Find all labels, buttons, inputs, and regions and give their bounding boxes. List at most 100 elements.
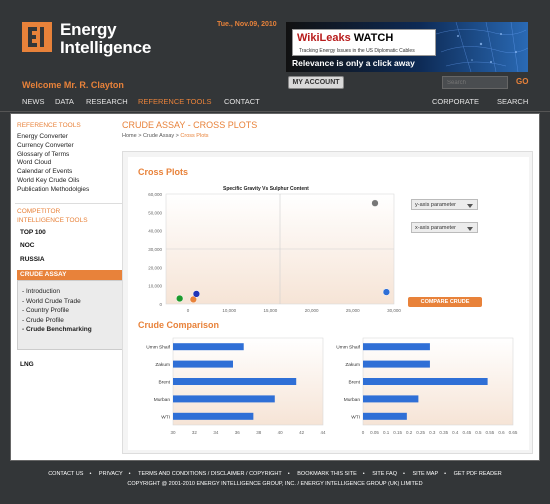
banner-title-wikileaks: WikiLeaks — [297, 32, 351, 44]
sidebar-item-noc[interactable]: NOC — [20, 242, 34, 249]
x-tick-label: 0.3 — [429, 430, 436, 435]
sidebar-item-key-crude-oils[interactable]: World Key Crude Oils — [17, 177, 89, 186]
sidebar-divider — [15, 203, 128, 204]
sidebar-item-world-crude-trade[interactable]: - World Crude Trade — [22, 297, 92, 307]
main-panel: REFERENCE TOOLS Energy Converter Currenc… — [10, 113, 540, 461]
nav-contact[interactable]: CONTACT — [224, 97, 260, 106]
bar-category-label: Umm Shaif — [146, 345, 170, 351]
footer-separator: • — [287, 471, 290, 477]
sidebar-item-introduction[interactable]: - Introduction — [22, 287, 92, 297]
comparison-bar — [363, 360, 430, 368]
comparison-bar — [173, 378, 297, 385]
breadcrumb-home[interactable]: Home — [122, 133, 137, 139]
footer-separator: • — [402, 471, 405, 477]
my-account-button[interactable]: MY ACCOUNT — [288, 76, 344, 89]
x-tick-label: 0.25 — [416, 430, 425, 435]
sidebar-item-top100[interactable]: TOP 100 — [20, 229, 46, 236]
main-nav: NEWS DATA RESEARCH REFERENCE TOOLS CONTA… — [0, 92, 550, 112]
footer-links: CONTACT US • PRIVACY • TERMS AND CONDITION… — [0, 471, 550, 477]
x-tick-label: 0.35 — [439, 430, 448, 435]
comparison-bar — [363, 412, 407, 420]
brand-name-line1: Energy — [60, 20, 117, 39]
crude-comparison-charts: Umm Shaif Zakum Brent Murban WTI 30 32 34 36 38 40… — [146, 337, 518, 435]
footer-separator: • — [128, 471, 131, 477]
sidebar-item-calendar[interactable]: Calendar of Events — [17, 168, 89, 177]
x-tick-label: 34 — [213, 430, 219, 435]
content-box: Cross Plots 0 10,000 20,000 30,000 40,000 50,… — [122, 151, 533, 454]
sidebar-reference-heading: REFERENCE TOOLS — [17, 122, 81, 129]
comparison-bar — [173, 360, 233, 368]
x-tick-label: 0.15 — [393, 430, 402, 435]
footer-privacy[interactable]: PRIVACY — [99, 471, 123, 477]
wikileaks-watch-banner[interactable]: WikiLeaks WATCH Tracking Energy Issues i… — [286, 22, 528, 72]
sidebar: REFERENCE TOOLS Energy Converter Currenc… — [15, 118, 134, 458]
sidebar-crude-assay-heading[interactable]: CRUDE ASSAY — [17, 270, 134, 280]
footer-copyright: COPYRIGHT @ 2001-2010 ENERGY INTELLIGENC… — [127, 481, 423, 487]
footer-contact-us[interactable]: CONTACT US — [48, 471, 83, 477]
x-tick-label: 0.6 — [498, 430, 505, 435]
x-tick-label: 38 — [256, 430, 262, 435]
nav-news[interactable]: NEWS — [22, 97, 45, 106]
sidebar-item-crude-benchmarking[interactable]: - Crude Benchmarking — [22, 325, 92, 335]
footer-separator: • — [444, 471, 447, 477]
x-tick-label: 30 — [170, 430, 176, 435]
comparison-bar — [173, 343, 244, 351]
sidebar-item-lng[interactable]: LNG — [20, 361, 34, 368]
x-tick-label: 0.4 — [452, 430, 459, 435]
nav-search[interactable]: SEARCH — [497, 97, 528, 106]
banner-title-box: WikiLeaks WATCH Tracking Energy Issues i… — [292, 29, 436, 56]
x-tick-label: 40 — [278, 430, 284, 435]
banner-title: WikiLeaks WATCH — [297, 32, 393, 44]
comparison-bar — [363, 395, 419, 403]
sidebar-item-crude-profile[interactable]: - Crude Profile — [22, 316, 92, 326]
footer-separator: • — [362, 471, 365, 477]
energy-intelligence-logo-icon[interactable] — [22, 22, 52, 52]
x-tick-label: 0.05 — [370, 430, 379, 435]
nav-reference-tools[interactable]: REFERENCE TOOLS — [138, 97, 212, 106]
x-tick-label: 42 — [299, 430, 305, 435]
sidebar-crude-assay-list: - Introduction - World Crude Trade - Cou… — [22, 287, 92, 335]
footer-site-map[interactable]: SITE MAP — [412, 471, 438, 477]
x-tick-label: 0.45 — [462, 430, 471, 435]
search-input[interactable] — [442, 76, 508, 89]
x-tick-label: 0.5 — [475, 430, 482, 435]
breadcrumb-crude-assay[interactable]: Crude Assay — [143, 133, 174, 139]
footer-bookmark[interactable]: BOOKMARK THIS SITE — [297, 471, 357, 477]
sidebar-item-methodologies[interactable]: Publication Methodolgies — [17, 186, 89, 195]
sidebar-competitor-heading-line1: COMPETITOR — [17, 208, 61, 215]
breadcrumb: Home > Crude Assay > Cross Plots — [122, 133, 209, 139]
bar-category-label: Brent — [159, 380, 171, 386]
footer-terms[interactable]: TERMS AND CONDITIONS / DISCLAIMER / COPY… — [138, 471, 282, 477]
comparison-bar — [173, 412, 254, 420]
footer-separator: • — [89, 471, 92, 477]
banner-subtitle: Tracking Energy Issues in the US Diploma… — [299, 48, 415, 54]
go-button[interactable]: GO — [516, 77, 528, 86]
banner-tagline: Relevance is only a click away — [292, 58, 415, 68]
bar-category-label: Murban — [344, 397, 361, 403]
x-tick-label: 0 — [362, 430, 365, 435]
nav-data[interactable]: DATA — [55, 97, 74, 106]
sidebar-item-russia[interactable]: RUSSIA — [20, 256, 45, 263]
x-tick-label: 0.1 — [383, 430, 390, 435]
page-title: CRUDE ASSAY - CROSS PLOTS — [122, 120, 258, 130]
page: Energy Intelligence Tue., Nov.09, 2010 W… — [0, 0, 550, 504]
sidebar-item-glossary[interactable]: Glossary of Terms — [17, 151, 89, 160]
bar-category-label: WTI — [161, 414, 170, 420]
sidebar-item-currency-converter[interactable]: Currency Converter — [17, 142, 89, 151]
sidebar-item-energy-converter[interactable]: Energy Converter — [17, 133, 89, 142]
footer-site-faq[interactable]: SITE FAQ — [372, 471, 397, 477]
bar-category-label: Zakum — [155, 362, 170, 368]
sidebar-item-country-profile[interactable]: - Country Profile — [22, 306, 92, 316]
content-inner: Cross Plots 0 10,000 20,000 30,000 40,000 50,… — [128, 157, 529, 450]
brand-name-line2: Intelligence — [60, 38, 152, 57]
nav-research[interactable]: RESEARCH — [86, 97, 128, 106]
x-tick-label: 36 — [235, 430, 241, 435]
sidebar-reference-list: Energy Converter Currency Converter Glos… — [17, 133, 89, 195]
welcome-message: Welcome Mr. R. Clayton — [22, 80, 124, 90]
current-date: Tue., Nov.09, 2010 — [217, 21, 277, 28]
breadcrumb-current: Cross Plots — [180, 133, 209, 139]
nav-corporate[interactable]: CORPORATE — [432, 97, 479, 106]
footer-pdf-reader[interactable]: GET PDF READER — [454, 471, 502, 477]
sidebar-item-word-cloud[interactable]: Word Cloud — [17, 159, 89, 168]
sidebar-crude-assay-box: - Introduction - World Crude Trade - Cou… — [17, 280, 134, 350]
